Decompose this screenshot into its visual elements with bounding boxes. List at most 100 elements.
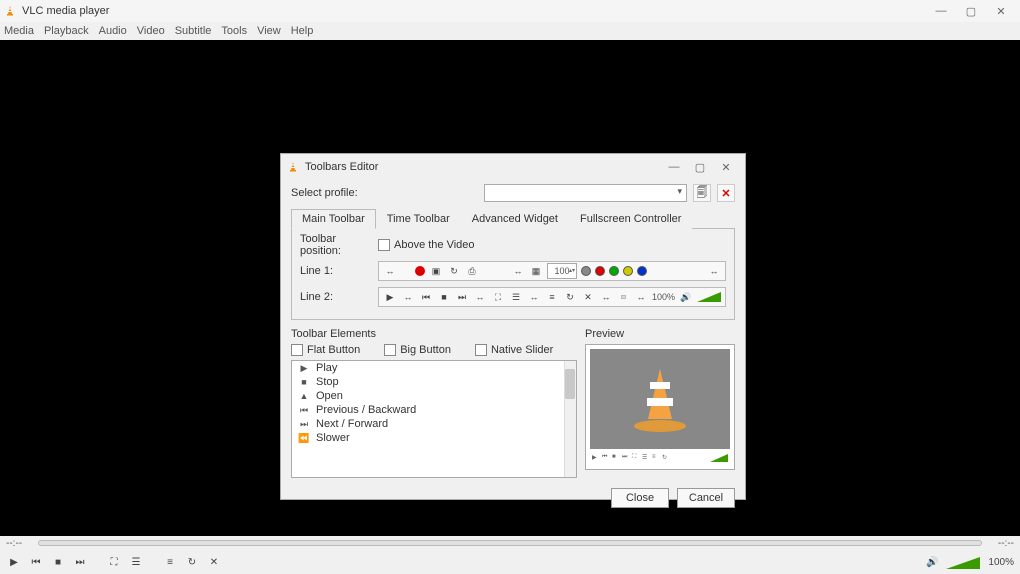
menu-subtitle[interactable]: Subtitle — [175, 25, 212, 37]
preview-box: ▶ ⏮ ■ ⏭ ⛶ ☰ ≡ ↻ — [585, 344, 735, 470]
spacer-icon[interactable]: ↔ — [511, 264, 525, 278]
record-icon[interactable] — [415, 266, 425, 276]
play-button[interactable]: ▶ — [6, 554, 22, 570]
playlist-icon[interactable]: ≡ — [545, 290, 559, 304]
open-icon: ▲ — [298, 391, 310, 401]
spacer-icon[interactable]: ↔ — [634, 290, 648, 304]
atob-loop-icon[interactable]: ↻ — [447, 264, 461, 278]
tab-fullscreen-controller[interactable]: Fullscreen Controller — [569, 209, 692, 229]
cancel-button[interactable]: Cancel — [677, 488, 735, 508]
grid-icon[interactable]: ▦ — [529, 264, 543, 278]
big-button-checkbox[interactable] — [384, 344, 396, 356]
time-elapsed: --:-- — [6, 538, 34, 549]
menu-video[interactable]: Video — [137, 25, 165, 37]
above-video-checkbox[interactable] — [378, 239, 390, 251]
tab-content: Toolbar position: Above the Video Line 1… — [291, 229, 735, 320]
previous-icon[interactable]: ⏮ — [419, 290, 433, 304]
menu-tools[interactable]: Tools — [221, 25, 247, 37]
seek-slider[interactable] — [38, 540, 982, 546]
maximize-button[interactable]: ▢ — [956, 5, 986, 18]
flat-button-checkbox[interactable] — [291, 344, 303, 356]
stop-icon: ■ — [612, 454, 620, 462]
elements-list[interactable]: ▶Play ■Stop ▲Open ⏮Previous / Backward ⏭… — [291, 360, 577, 478]
time-total: --:-- — [986, 538, 1014, 549]
spacer-icon[interactable]: ↔ — [383, 264, 397, 278]
list-item: ■Stop — [292, 375, 576, 389]
preview-title: Preview — [585, 328, 735, 340]
toolbar-position-label: Toolbar position: — [300, 233, 372, 257]
delete-profile-button[interactable]: ✕ — [717, 184, 735, 202]
equalizer-icon[interactable]: ☰ — [509, 290, 523, 304]
color-gray-icon[interactable] — [581, 266, 591, 276]
next-icon: ⏭ — [298, 419, 310, 430]
color-green-icon[interactable] — [609, 266, 619, 276]
stop-icon[interactable]: ■ — [437, 290, 451, 304]
menu-audio[interactable]: Audio — [99, 25, 127, 37]
minimize-button[interactable]: — — [926, 5, 956, 17]
toolbar-elements-title: Toolbar Elements — [291, 328, 577, 340]
tab-advanced-widget[interactable]: Advanced Widget — [461, 209, 569, 229]
next-icon[interactable]: ⏭ — [455, 290, 469, 304]
extended-settings-button[interactable]: ☰ — [128, 554, 144, 570]
snapshot-icon[interactable]: ▣ — [429, 264, 443, 278]
list-item: ▲Open — [292, 389, 576, 403]
fullscreen-button[interactable]: ⛶ — [106, 554, 122, 570]
spacer-icon[interactable]: ↔ — [473, 290, 487, 304]
shuffle-icon[interactable]: ✕ — [581, 290, 595, 304]
volume-slider[interactable] — [621, 295, 626, 299]
line2-editor[interactable]: ▶ ↔ ⏮ ■ ⏭ ↔ ⛶ ☰ ↔ ≡ ↻ ✕ ↔ ↔ — [378, 287, 726, 307]
shuffle-button[interactable]: ✕ — [206, 554, 222, 570]
volume-triangle[interactable] — [946, 556, 980, 568]
color-blue-icon[interactable] — [637, 266, 647, 276]
previous-icon: ⏮ — [298, 405, 310, 416]
menu-view[interactable]: View — [257, 25, 281, 37]
volume-triangle-icon — [697, 292, 721, 302]
playlist-button[interactable]: ≡ — [162, 554, 178, 570]
speaker-icon[interactable]: 🔊 — [924, 554, 940, 570]
spacer-icon[interactable]: ↔ — [527, 290, 541, 304]
tab-main-toolbar[interactable]: Main Toolbar — [291, 209, 376, 229]
dialog-minimize-button[interactable]: — — [661, 161, 687, 173]
next-icon: ⏭ — [622, 454, 630, 462]
speaker-icon[interactable]: 🔊 — [679, 290, 693, 304]
list-item: ⏮Previous / Backward — [292, 403, 576, 417]
menu-media[interactable]: Media — [4, 25, 34, 37]
spacer-icon[interactable]: ↔ — [401, 290, 415, 304]
speed-spinner[interactable]: 100 — [547, 263, 577, 279]
equalizer-icon: ☰ — [642, 454, 650, 462]
list-item: ⏭Next / Forward — [292, 417, 576, 431]
dialog-close-button[interactable]: ✕ — [713, 161, 739, 174]
line1-editor[interactable]: ↔ ▣ ↻ ⎙ ↔ ▦ 100 — [378, 261, 726, 281]
loop-button[interactable]: ↻ — [184, 554, 200, 570]
frame-step-icon[interactable]: ⎙ — [465, 264, 479, 278]
menu-playback[interactable]: Playback — [44, 25, 89, 37]
play-icon[interactable]: ▶ — [383, 290, 397, 304]
menu-help[interactable]: Help — [291, 25, 314, 37]
play-icon: ▶ — [592, 454, 600, 462]
list-scrollbar[interactable] — [564, 361, 576, 477]
spacer-icon[interactable]: ↔ — [707, 264, 721, 278]
next-button[interactable]: ⏭ — [72, 554, 88, 570]
color-yellow-icon[interactable] — [623, 266, 633, 276]
tab-time-toolbar[interactable]: Time Toolbar — [376, 209, 461, 229]
color-red-icon[interactable] — [595, 266, 605, 276]
spacer-icon[interactable]: ↔ — [599, 290, 613, 304]
preview-controls: ▶ ⏮ ■ ⏭ ⛶ ☰ ≡ ↻ — [590, 449, 730, 465]
dialog-maximize-button[interactable]: ▢ — [687, 161, 713, 174]
playlist-icon: ≡ — [652, 454, 660, 462]
native-slider-checkbox[interactable] — [475, 344, 487, 356]
fullscreen-icon[interactable]: ⛶ — [491, 290, 505, 304]
close-button[interactable]: Close — [611, 488, 669, 508]
main-controls: ▶ ⏮ ■ ⏭ ⛶ ☰ ≡ ↻ ✕ 🔊 100% — [0, 550, 1020, 574]
dialog-titlebar: Toolbars Editor — ▢ ✕ — [281, 154, 745, 180]
stop-button[interactable]: ■ — [50, 554, 66, 570]
profile-combobox[interactable] — [484, 184, 687, 202]
vlc-cone-icon — [630, 364, 690, 434]
loop-icon[interactable]: ↻ — [563, 290, 577, 304]
new-profile-button[interactable]: 🗐 — [693, 184, 711, 202]
close-window-button[interactable]: ✕ — [986, 5, 1016, 18]
video-area: Toolbars Editor — ▢ ✕ Select profile: 🗐 … — [0, 40, 1020, 536]
list-item: ▶Play — [292, 361, 576, 375]
previous-button[interactable]: ⏮ — [28, 554, 44, 570]
fullscreen-icon: ⛶ — [632, 454, 640, 462]
